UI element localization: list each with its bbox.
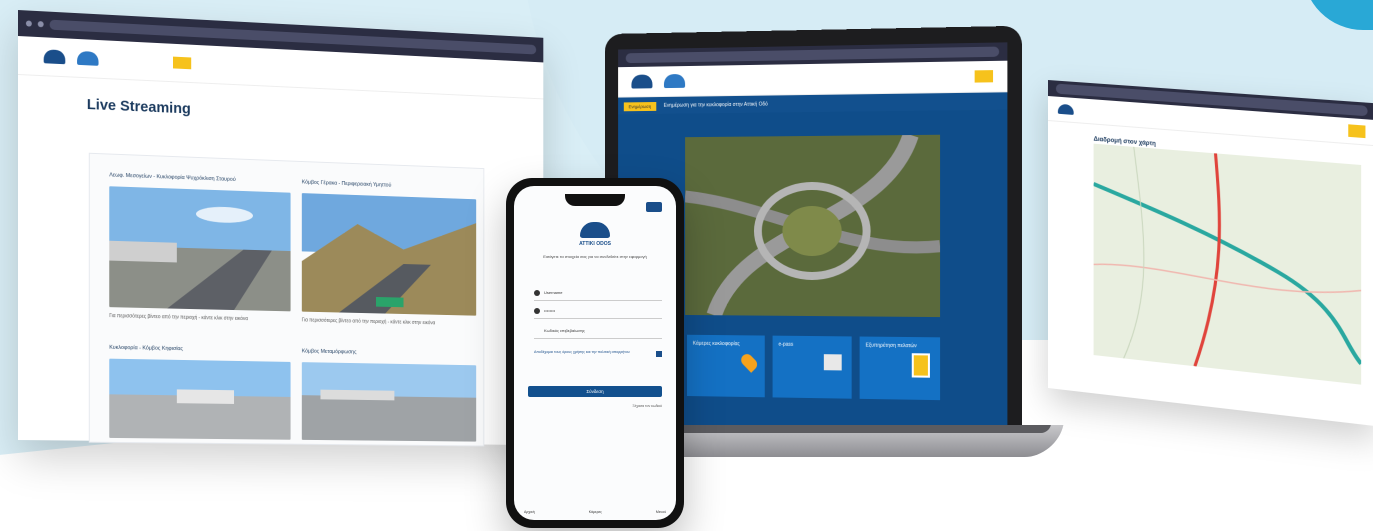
- camera-title[interactable]: Κόμβος Μεταμόρφωσης: [302, 349, 357, 356]
- tab-cameras[interactable]: Κάμερες: [589, 510, 602, 514]
- brand-logo-icon: [580, 222, 610, 238]
- login-intro-text: Εισάγετε τα στοιχεία σας για να συνδεθεί…: [543, 254, 647, 259]
- live-streaming-browser-window: Live Streaming Λεωφ. Μεσογείων - Κυκλοφο…: [18, 10, 544, 447]
- nav-cta-button[interactable]: [975, 70, 994, 83]
- lock-icon: [534, 308, 540, 314]
- code-placeholder: Κωδικός επιβεβαίωσης: [544, 328, 585, 333]
- phone-tab-bar: Αρχική Κάμερες Μενού: [524, 510, 666, 514]
- camera-thumbnail[interactable]: [301, 193, 477, 316]
- camera-caption: Για περισσότερες βίντεο από την περιοχή …: [301, 317, 436, 327]
- nav-link[interactable]: [110, 56, 119, 62]
- partner-logo[interactable]: [663, 73, 686, 89]
- nav-cta-button[interactable]: [1348, 124, 1366, 139]
- username-field[interactable]: Username: [534, 290, 662, 301]
- terms-checkbox[interactable]: [656, 351, 662, 357]
- map-browser-window: Διαδρομή στον χάρτη: [1048, 80, 1373, 427]
- camera-title[interactable]: Λεωφ. Μεσογείων - Κυκλοφορία Ψυχρόκλιση …: [109, 172, 235, 183]
- info-card-label: Εξυπηρέτηση πελατών: [865, 342, 917, 350]
- camera-thumbnail[interactable]: [109, 358, 291, 440]
- terms-text[interactable]: Αποδέχομαι τους όρους χρήσης και την πολ…: [534, 350, 654, 355]
- password-placeholder: ••••••••: [544, 308, 556, 313]
- brand-name: ATTIKI ODOS: [579, 241, 611, 247]
- info-card[interactable]: Εξυπηρέτηση πελατών: [859, 336, 941, 401]
- location-pin-icon: [738, 351, 760, 373]
- password-field[interactable]: ••••••••: [534, 308, 662, 319]
- nav-link[interactable]: [152, 59, 161, 65]
- camera-thumbnail[interactable]: [301, 362, 477, 442]
- nav-cta-button[interactable]: [173, 56, 192, 70]
- page-title: Live Streaming: [86, 96, 191, 118]
- phone-notch: [565, 194, 625, 206]
- camera-title[interactable]: Κυκλοφορία - Κόμβος Κηφισίας: [109, 345, 183, 352]
- address-bar[interactable]: [625, 46, 1000, 64]
- map-icon: [823, 354, 842, 371]
- info-card[interactable]: Κάμερες κυκλοφορίας: [687, 334, 765, 398]
- tab-home[interactable]: Αρχική: [524, 510, 535, 514]
- browser-back-icon[interactable]: [25, 20, 32, 27]
- browser-forward-icon[interactable]: [37, 21, 44, 28]
- site-logo[interactable]: [631, 74, 653, 89]
- nav-link[interactable]: [131, 58, 140, 64]
- username-placeholder: Username: [544, 290, 563, 295]
- site-logo[interactable]: [1057, 103, 1074, 115]
- verification-code-field[interactable]: Κωδικός επιβεβαίωσης: [534, 328, 662, 339]
- forgot-password-link[interactable]: Ξέχασα τον κωδικό: [632, 404, 662, 408]
- camera-title[interactable]: Κόμβος Γέρακα - Περιφερειακή Υμηττού: [302, 179, 391, 188]
- login-screen: ATTIKI ODOS Εισάγετε τα στοιχεία σας για…: [514, 186, 676, 520]
- info-card-label: e-pass: [778, 341, 794, 348]
- site-logo[interactable]: [43, 49, 66, 65]
- route-map[interactable]: [1093, 143, 1362, 385]
- camera-thumbnail[interactable]: [109, 186, 291, 312]
- document-icon: [911, 353, 930, 378]
- site-header: [618, 60, 1008, 98]
- hero-interchange-image: [685, 134, 941, 318]
- phone-device: ATTIKI ODOS Εισάγετε τα στοιχεία σας για…: [506, 178, 684, 528]
- tab-menu[interactable]: Μενού: [656, 510, 666, 514]
- alert-text[interactable]: Ενημέρωση για την κυκλοφορία στην Αττική…: [664, 102, 768, 109]
- partner-logo[interactable]: [77, 50, 99, 66]
- camera-grid: Λεωφ. Μεσογείων - Κυκλοφορία Ψυχρόκλιση …: [88, 152, 485, 447]
- login-button[interactable]: Σύνδεση: [528, 386, 662, 397]
- info-card-label: Κάμερες κυκλοφορίας: [692, 340, 740, 348]
- camera-caption: Για περισσότερες βίντεο από την περιοχή …: [109, 313, 249, 323]
- alert-button[interactable]: Ενημέρωση: [623, 101, 657, 111]
- info-card[interactable]: e-pass: [772, 335, 852, 399]
- menu-button[interactable]: [646, 202, 662, 212]
- user-icon: [534, 290, 540, 296]
